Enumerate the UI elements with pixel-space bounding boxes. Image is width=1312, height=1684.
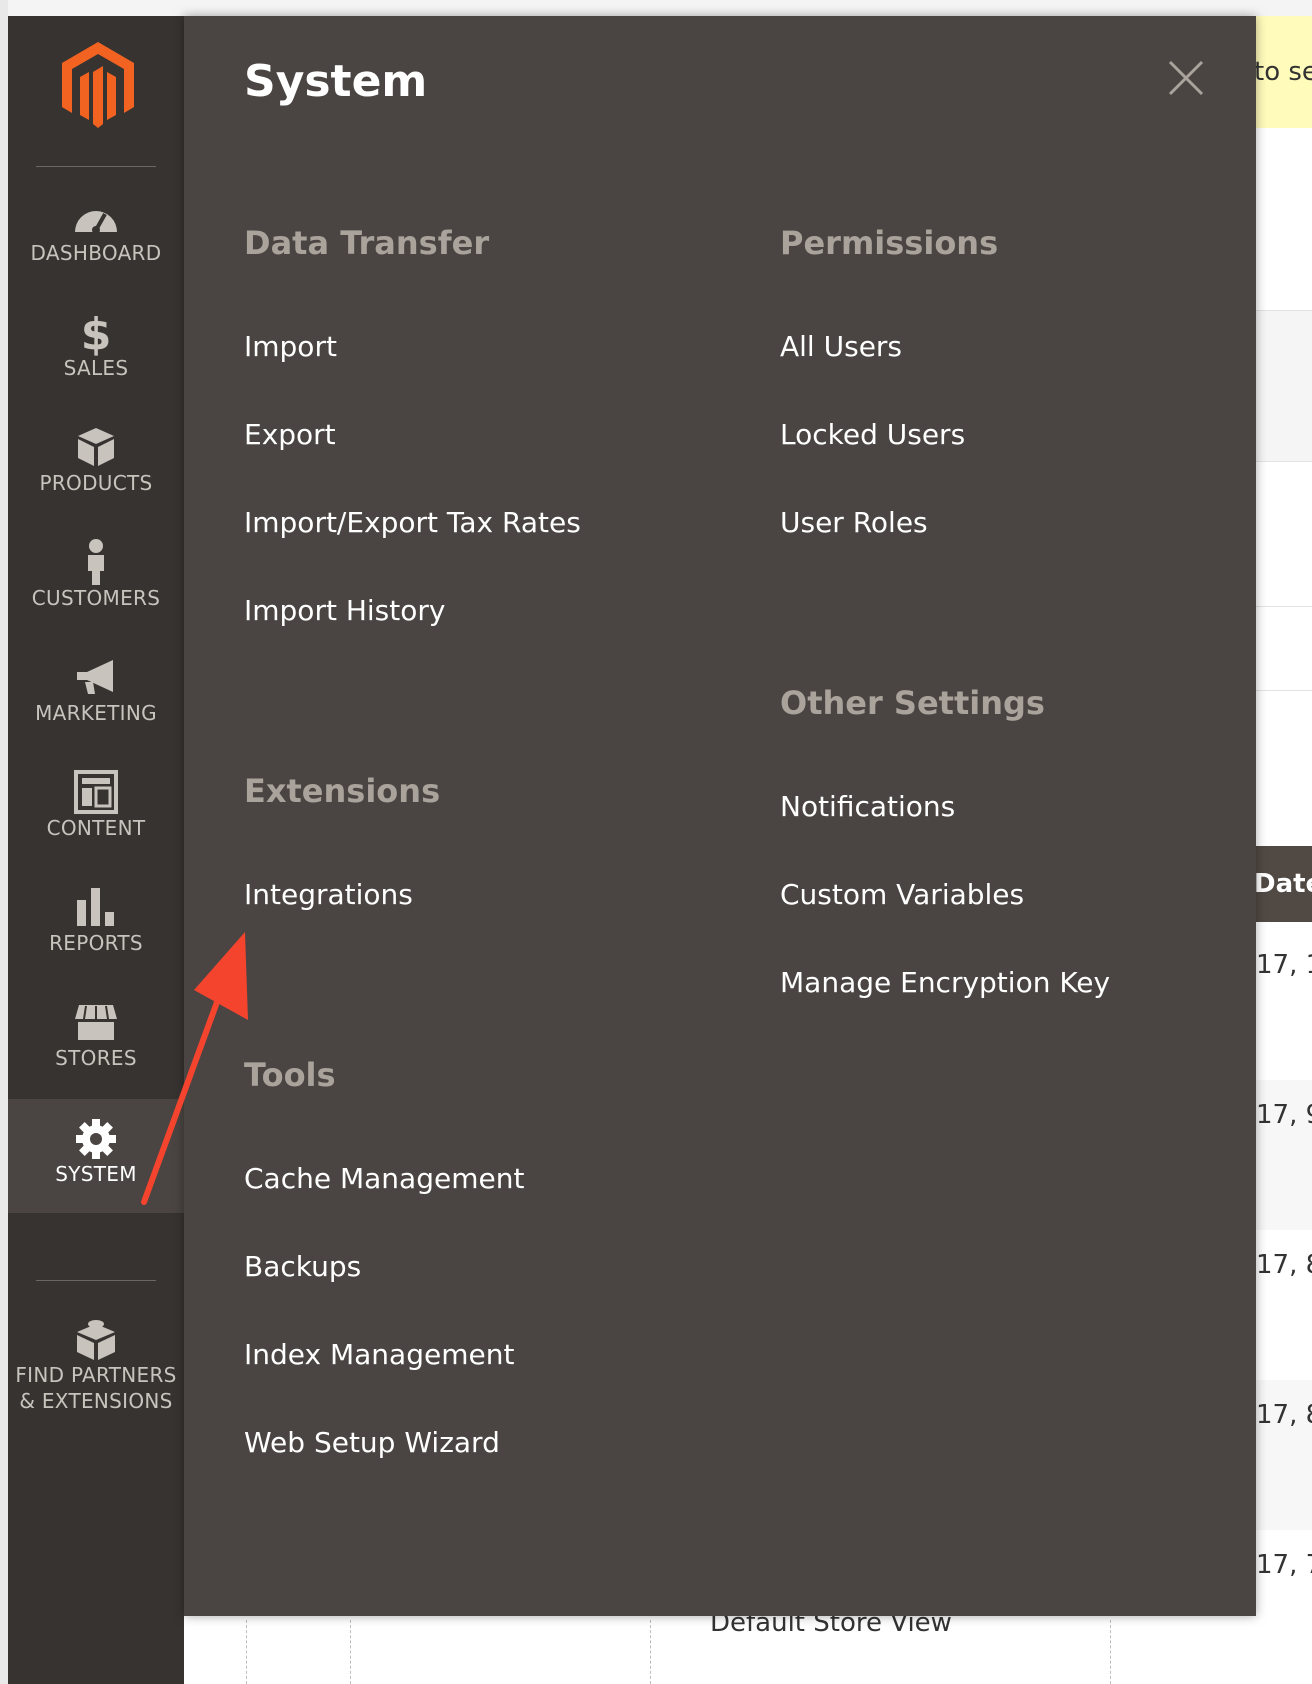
section-title-extensions: Extensions <box>244 772 441 810</box>
menu-link-export[interactable]: Export <box>244 418 336 451</box>
close-icon[interactable] <box>1164 56 1208 100</box>
bg-divider <box>1256 606 1312 607</box>
layout-icon <box>74 770 118 814</box>
menu-link-import-export-tax-rates[interactable]: Import/Export Tax Rates <box>244 506 581 539</box>
grid-divider <box>1110 1620 1111 1684</box>
sidebar-item-label: FIND PARTNERS <box>15 1363 177 1387</box>
menu-link-all-users[interactable]: All Users <box>780 330 902 363</box>
sidebar-item-label-line2: & EXTENSIONS <box>19 1389 173 1413</box>
dollar-icon: $ <box>81 309 112 357</box>
grid-divider <box>246 1620 247 1684</box>
sidebar-item-label: CUSTOMERS <box>31 586 161 610</box>
grid-header-date[interactable]: Date <box>1254 846 1312 922</box>
menu-link-cache-management[interactable]: Cache Management <box>244 1162 524 1195</box>
sidebar-divider <box>36 1280 156 1281</box>
person-icon <box>88 539 104 585</box>
grid-cell-date: 17, 1 <box>1256 950 1312 980</box>
magento-logo-icon[interactable] <box>58 40 138 130</box>
bg-panel-block <box>1256 310 1312 462</box>
box-icon <box>78 428 114 466</box>
admin-sidebar: DASHBOARD $ SALES PRODUCTS CUSTOMERS MAR… <box>8 16 184 1684</box>
section-title-other-settings: Other Settings <box>780 684 1045 722</box>
menu-link-manage-encryption-key[interactable]: Manage Encryption Key <box>780 966 1110 999</box>
sidebar-item-label: SALES <box>63 356 129 380</box>
system-menu-panel: System Data Transfer Import Export Impor… <box>184 16 1256 1616</box>
grid-cell-date: 17, 8 <box>1256 1400 1312 1430</box>
menu-link-integrations[interactable]: Integrations <box>244 878 413 911</box>
megaphone-icon <box>77 660 113 694</box>
blocks-icon <box>77 1320 115 1360</box>
sidebar-item-content[interactable]: CONTENT <box>8 753 184 877</box>
section-title-permissions: Permissions <box>780 224 999 262</box>
menu-link-user-roles[interactable]: User Roles <box>780 506 928 539</box>
sidebar-item-find-partners[interactable]: FIND PARTNERS & EXTENSIONS <box>8 1300 184 1424</box>
panel-title: System <box>244 56 428 107</box>
storefront-icon <box>75 1005 117 1040</box>
sidebar-item-label: DASHBOARD <box>30 241 162 265</box>
bg-divider <box>1256 690 1312 691</box>
sidebar-item-products[interactable]: PRODUCTS <box>8 408 184 532</box>
grid-cell-date: 17, 9 <box>1256 1100 1312 1130</box>
logo-divider <box>36 166 156 167</box>
sidebar-item-label: CONTENT <box>46 816 146 840</box>
dashboard-icon <box>75 211 117 234</box>
menu-link-web-setup-wizard[interactable]: Web Setup Wizard <box>244 1426 500 1459</box>
notice-bar: to se <box>1254 16 1312 128</box>
menu-link-backups[interactable]: Backups <box>244 1250 361 1283</box>
gear-icon <box>76 1119 116 1159</box>
sidebar-item-sales[interactable]: $ SALES <box>8 293 184 417</box>
menu-link-custom-variables[interactable]: Custom Variables <box>780 878 1024 911</box>
menu-link-notifications[interactable]: Notifications <box>780 790 955 823</box>
sidebar-item-dashboard[interactable]: DASHBOARD <box>8 178 184 302</box>
sidebar-item-label: PRODUCTS <box>39 471 153 495</box>
browser-top-strip <box>0 0 1312 17</box>
sidebar-item-customers[interactable]: CUSTOMERS <box>8 523 184 647</box>
grid-header-date-label: Date <box>1254 869 1312 899</box>
bar-chart-icon <box>77 888 114 926</box>
grid-divider <box>650 1620 651 1684</box>
notice-text: to se <box>1254 57 1312 87</box>
annotation-arrow-icon <box>141 932 248 1205</box>
menu-link-index-management[interactable]: Index Management <box>244 1338 514 1371</box>
grid-cell-date: 17, 8 <box>1256 1250 1312 1280</box>
grid-cell-date: 17, 7 <box>1256 1550 1312 1580</box>
sidebar-item-label: MARKETING <box>35 701 157 725</box>
svg-text:$: $ <box>81 309 112 357</box>
menu-link-locked-users[interactable]: Locked Users <box>780 418 965 451</box>
grid-divider <box>350 1620 351 1684</box>
sidebar-item-marketing[interactable]: MARKETING <box>8 638 184 762</box>
section-title-data-transfer: Data Transfer <box>244 224 490 262</box>
menu-link-import-history[interactable]: Import History <box>244 594 445 627</box>
menu-link-import[interactable]: Import <box>244 330 337 363</box>
left-gutter <box>0 0 8 1684</box>
